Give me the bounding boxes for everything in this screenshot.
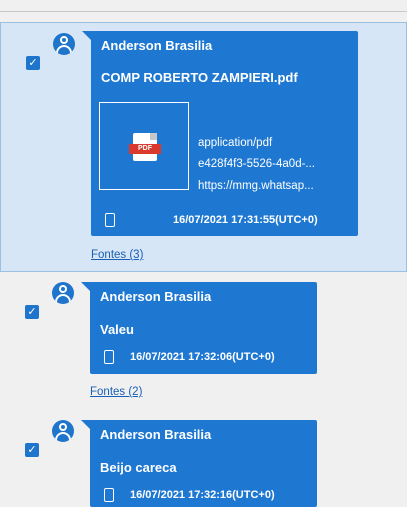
sender-name: Anderson Brasilia xyxy=(100,289,212,304)
message-bubble[interactable]: Anderson Brasilia Beijo careca 16/07/202… xyxy=(81,420,317,507)
sources-link[interactable]: Fontes (3) xyxy=(91,249,143,261)
message-row[interactable]: ✓ Anderson Brasilia COMP ROBERTO ZAMPIER… xyxy=(0,22,407,272)
attachment-mime: application/pdf xyxy=(198,137,273,149)
message-bubble[interactable]: Anderson Brasilia COMP ROBERTO ZAMPIERI.… xyxy=(82,31,358,236)
phone-icon xyxy=(104,488,114,502)
message-text: Beijo careca xyxy=(100,460,177,475)
message-checkbox[interactable]: ✓ xyxy=(25,443,39,457)
attachment-id: e428f4f3-5526-4a0d-... xyxy=(198,158,316,170)
message-checkbox[interactable]: ✓ xyxy=(25,305,39,319)
message-timestamp: 16/07/2021 17:31:55(UTC+0) xyxy=(173,214,318,226)
sender-name: Anderson Brasilia xyxy=(101,38,213,53)
message-text: Valeu xyxy=(100,322,134,337)
message-row[interactable]: ✓ Anderson Brasilia Valeu 16/07/2021 17:… xyxy=(0,280,407,410)
user-avatar-icon xyxy=(52,282,74,304)
attachment-url: https://mmg.whatsap... xyxy=(198,180,314,192)
attachment-thumbnail[interactable]: PDF xyxy=(99,102,189,190)
user-avatar-icon xyxy=(53,33,75,55)
message-timestamp: 16/07/2021 17:32:16(UTC+0) xyxy=(130,489,275,501)
pdf-file-icon: PDF xyxy=(129,133,161,161)
user-avatar-icon xyxy=(52,420,74,442)
message-text: COMP ROBERTO ZAMPIERI.pdf xyxy=(101,70,298,85)
sender-name: Anderson Brasilia xyxy=(100,427,212,442)
message-bubble[interactable]: Anderson Brasilia Valeu 16/07/2021 17:32… xyxy=(81,282,317,374)
sources-link[interactable]: Fontes (2) xyxy=(90,386,142,398)
top-divider xyxy=(0,0,407,12)
message-checkbox[interactable]: ✓ xyxy=(26,56,40,70)
phone-icon xyxy=(104,350,114,364)
message-timestamp: 16/07/2021 17:32:06(UTC+0) xyxy=(130,351,275,363)
message-row[interactable]: ✓ Anderson Brasilia Beijo careca 16/07/2… xyxy=(0,418,407,507)
phone-icon xyxy=(105,213,115,227)
